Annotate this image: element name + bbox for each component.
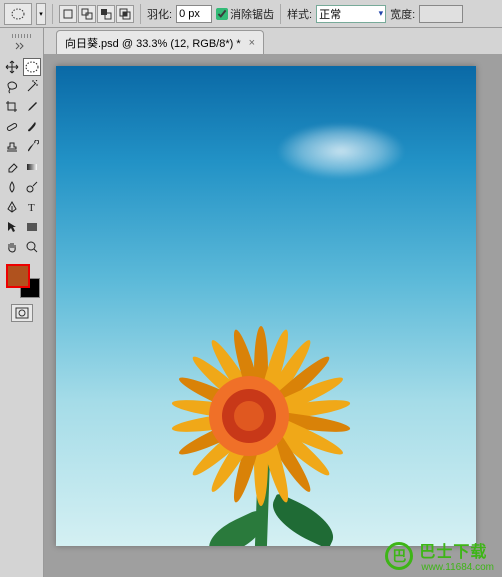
chevron-down-icon: ▾	[379, 8, 384, 19]
eyedropper-tool[interactable]	[23, 98, 41, 116]
rect-add-icon	[81, 8, 93, 20]
style-select[interactable]: 正常 ▾	[316, 5, 386, 23]
selection-new-button[interactable]	[59, 5, 77, 23]
watermark: 巴 巴士下载 www.11684.com	[385, 538, 494, 573]
quick-select-tool[interactable]	[23, 78, 41, 96]
move-icon	[5, 60, 19, 74]
lasso-tool[interactable]	[3, 78, 21, 96]
antialias-checkbox[interactable]	[216, 8, 228, 20]
drop-icon	[5, 180, 19, 194]
type-icon: T	[25, 200, 39, 214]
wand-icon	[25, 80, 39, 94]
document-area: 向日葵.psd @ 33.3% (12, RGB/8*) * ×	[44, 28, 502, 577]
spot-heal-tool[interactable]	[3, 118, 21, 136]
type-tool[interactable]: T	[23, 198, 41, 216]
marquee-tool[interactable]	[23, 58, 41, 76]
rect-intersect-icon	[119, 8, 131, 20]
watermark-main: 巴士下载	[419, 538, 494, 562]
canvas[interactable]	[56, 66, 476, 546]
options-bar: ▾ 羽化: 消除锯齿 样式: 正常 ▾ 宽度:	[0, 0, 502, 28]
svg-text:T: T	[28, 202, 35, 214]
path-select-tool[interactable]	[3, 218, 21, 236]
style-value: 正常	[319, 6, 341, 22]
watermark-text-wrap: 巴士下载 www.11684.com	[419, 538, 494, 573]
ellipse-marquee-icon	[11, 7, 25, 21]
separator	[140, 4, 141, 24]
zoom-tool[interactable]	[23, 238, 41, 256]
move-tool[interactable]	[3, 58, 21, 76]
sunflower-illustration	[146, 321, 376, 546]
selection-mode-group	[59, 5, 134, 23]
flower-center-inner	[234, 401, 264, 431]
stamp-icon	[5, 140, 19, 154]
feather-input[interactable]	[176, 5, 212, 23]
canvas-viewport[interactable]	[44, 54, 502, 577]
watermark-sub: www.11684.com	[421, 562, 494, 573]
blur-tool[interactable]	[3, 178, 21, 196]
hand-tool[interactable]	[3, 238, 21, 256]
selection-subtract-button[interactable]	[97, 5, 115, 23]
quick-mask-toggle[interactable]	[11, 304, 33, 322]
brush-tool[interactable]	[23, 118, 41, 136]
eraser-icon	[5, 160, 19, 174]
crop-icon	[5, 100, 19, 114]
rect-icon	[62, 8, 74, 20]
hand-icon	[5, 240, 19, 254]
brush-icon	[25, 120, 39, 134]
pen-tool[interactable]	[3, 198, 21, 216]
main-area: T 向日葵.psd @ 33.3% (12, RGB/8*) * ×	[0, 28, 502, 577]
watermark-logo: 巴	[385, 542, 413, 570]
separator	[280, 4, 281, 24]
dodge-tool[interactable]	[23, 178, 41, 196]
quick-mask-icon	[15, 307, 29, 319]
ellipse-marquee-icon	[25, 60, 39, 74]
clone-stamp-tool[interactable]	[3, 138, 21, 156]
collapse-toggle[interactable]	[4, 42, 40, 56]
width-input	[419, 5, 463, 23]
eyedropper-icon	[25, 100, 39, 114]
close-icon[interactable]: ×	[249, 37, 255, 49]
tab-bar: 向日葵.psd @ 33.3% (12, RGB/8*) * ×	[44, 28, 502, 54]
chevrons-icon	[15, 42, 29, 56]
color-swatches	[4, 262, 40, 298]
tool-grid: T	[3, 58, 41, 256]
selection-intersect-button[interactable]	[116, 5, 134, 23]
eraser-tool[interactable]	[3, 158, 21, 176]
foreground-color-swatch[interactable]	[6, 264, 30, 288]
tool-preset-button[interactable]	[4, 3, 32, 25]
lasso-icon	[5, 80, 19, 94]
dodge-icon	[25, 180, 39, 194]
arrow-icon	[5, 220, 19, 234]
crop-tool[interactable]	[3, 98, 21, 116]
cloud-shape	[266, 121, 416, 181]
antialias-checkbox-wrap: 消除锯齿	[216, 6, 274, 22]
document-tab-title: 向日葵.psd @ 33.3% (12, RGB/8*) *	[65, 35, 241, 51]
history-brush-tool[interactable]	[23, 138, 41, 156]
selection-add-button[interactable]	[78, 5, 96, 23]
pen-icon	[5, 200, 19, 214]
zoom-icon	[25, 240, 39, 254]
feather-label: 羽化:	[147, 6, 172, 22]
document-tab[interactable]: 向日葵.psd @ 33.3% (12, RGB/8*) * ×	[56, 30, 264, 54]
rect-sub-icon	[100, 8, 112, 20]
gradient-tool[interactable]	[23, 158, 41, 176]
history-brush-icon	[25, 140, 39, 154]
tool-preset-dropdown[interactable]: ▾	[36, 3, 46, 25]
tools-panel: T	[0, 28, 44, 577]
style-label: 样式:	[287, 6, 312, 22]
rectangle-shape-tool[interactable]	[23, 218, 41, 236]
separator	[52, 4, 53, 24]
panel-grip[interactable]	[4, 32, 40, 40]
gradient-icon	[25, 160, 39, 174]
bandaid-icon	[5, 120, 19, 134]
rect-shape-icon	[25, 220, 39, 234]
antialias-label: 消除锯齿	[230, 6, 274, 22]
width-label: 宽度:	[390, 6, 415, 22]
